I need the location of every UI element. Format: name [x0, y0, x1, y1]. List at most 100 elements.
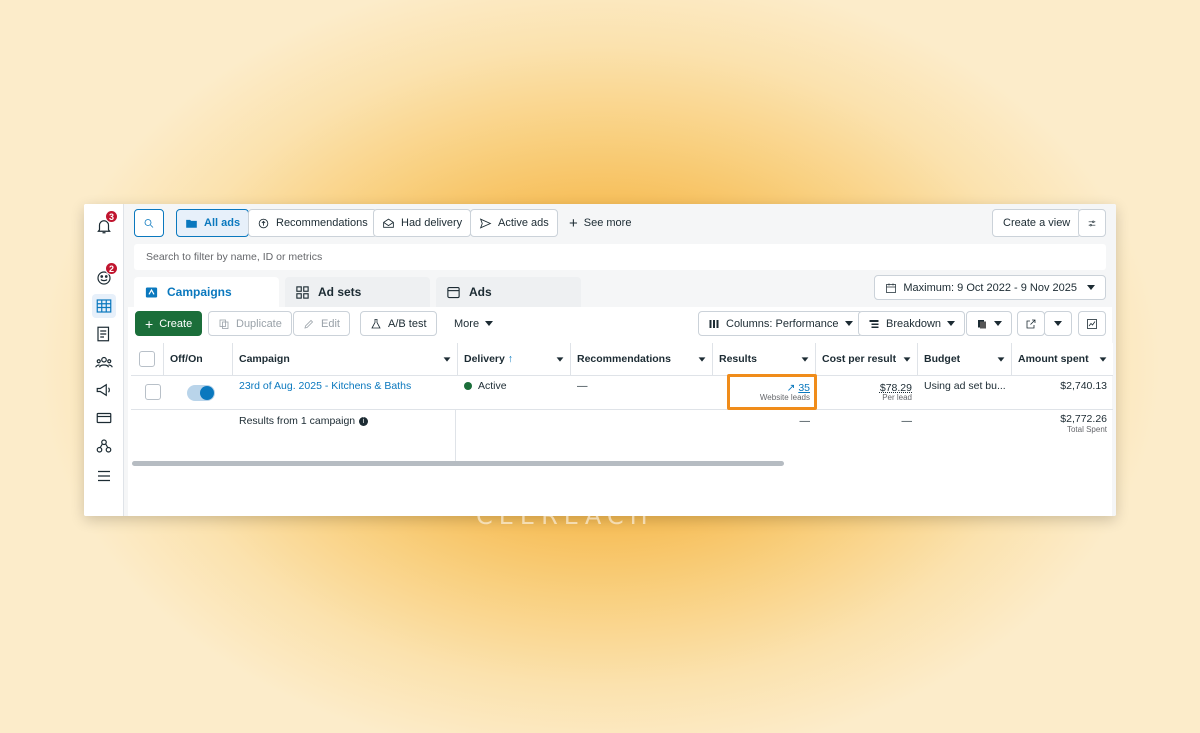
header-recommendations[interactable]: Recommendations	[571, 343, 713, 376]
columns-icon	[709, 319, 719, 328]
menu-hamburger-icon[interactable]	[92, 464, 116, 488]
export-button[interactable]	[1017, 311, 1045, 336]
info-icon: i	[359, 416, 369, 426]
filter-recommendations[interactable]: Recommendations	[248, 209, 377, 237]
chevron-down-icon	[443, 356, 451, 362]
filter-all-ads[interactable]: All ads	[176, 209, 250, 237]
campaign-folder-icon	[145, 287, 158, 297]
date-range-picker[interactable]: Maximum: 9 Oct 2022 - 9 Nov 2025	[874, 275, 1106, 300]
header-cost-per-result[interactable]: Cost per result	[816, 343, 918, 376]
duplicate-button[interactable]: Duplicate	[208, 311, 292, 336]
reports-icon[interactable]	[92, 322, 116, 346]
campaign-name-link[interactable]: 23rd of Aug. 2025 - Kitchens & Baths	[233, 379, 417, 393]
plus-icon: +	[145, 315, 154, 332]
watermark-text: CEEREACH	[476, 502, 654, 530]
header-campaign[interactable]: Campaign	[233, 343, 458, 376]
chevron-down-icon	[903, 356, 911, 362]
create-button[interactable]: + Create	[135, 311, 203, 336]
business-settings-icon[interactable]	[92, 434, 116, 458]
notifications-badge: 3	[105, 210, 118, 223]
edit-button[interactable]: Edit	[293, 311, 350, 336]
envelope-icon	[383, 218, 394, 228]
chevron-down-icon	[947, 321, 956, 326]
table-grid-icon[interactable]	[92, 294, 116, 318]
active-status-dot	[464, 382, 472, 390]
campaign-toggle[interactable]	[187, 385, 215, 401]
results-highlight-box	[727, 374, 817, 410]
ads-manager-window: 3 2 All ads Recommendations Had delivery…	[84, 204, 1116, 516]
export-icon	[1026, 319, 1036, 328]
header-budget[interactable]: Budget	[918, 343, 1012, 376]
filter-settings-button[interactable]	[1078, 209, 1106, 237]
billing-card-icon[interactable]	[92, 406, 116, 430]
chevron-down-icon	[485, 321, 494, 326]
export-dropdown-button[interactable]	[1044, 311, 1072, 336]
select-all-checkbox[interactable]	[139, 351, 155, 367]
chevron-down-icon	[994, 321, 1002, 326]
main-area: All ads Recommendations Had delivery Act…	[124, 204, 1116, 516]
filter-active-ads[interactable]: Active ads	[470, 209, 558, 237]
account-badge: 2	[105, 262, 118, 275]
header-off-on[interactable]: Off/On	[164, 343, 233, 376]
folder-icon	[186, 219, 197, 228]
summary-label: Results from 1 campaign i	[233, 414, 374, 428]
chevron-down-icon	[698, 356, 706, 362]
chart-view-button[interactable]	[1078, 311, 1106, 336]
filter-had-delivery[interactable]: Had delivery	[373, 209, 472, 237]
breakdown-button[interactable]: Breakdown	[858, 311, 966, 336]
recommendations-value: —	[577, 380, 588, 392]
see-more-button[interactable]: + See more	[560, 209, 640, 237]
create-view-button[interactable]: Create a view	[992, 209, 1082, 237]
search-button[interactable]	[134, 209, 164, 237]
left-nav-rail: 3 2	[84, 204, 124, 516]
sliders-icon	[1088, 220, 1096, 226]
calendar-icon	[886, 283, 897, 293]
breakdown-icon	[869, 319, 879, 328]
notifications-bell-icon[interactable]: 3	[92, 210, 118, 238]
chevron-down-icon	[1099, 356, 1107, 362]
duplicate-icon	[219, 319, 229, 329]
ab-test-button[interactable]: A/B test	[360, 311, 437, 336]
header-results[interactable]: Results	[713, 343, 816, 376]
campaigns-table: Off/On Campaign Delivery ↑ Recommendatio…	[131, 343, 1113, 463]
flask-icon	[371, 318, 381, 328]
delivery-status: Active	[458, 379, 513, 393]
line-chart-icon	[1087, 318, 1097, 329]
chevron-down-icon	[1087, 285, 1095, 290]
arrow-up-circle-icon	[258, 218, 269, 228]
send-icon	[479, 217, 492, 229]
header-delivery[interactable]: Delivery ↑	[458, 343, 571, 376]
chevron-down-icon	[556, 356, 564, 362]
table-row: 23rd of Aug. 2025 - Kitchens & Baths Act…	[131, 376, 1113, 410]
tab-ads[interactable]: Ads	[436, 277, 581, 307]
summary-results: —	[799, 415, 811, 427]
chevron-down-icon	[1054, 321, 1062, 326]
search-filter-input[interactable]: Search to filter by name, ID or metrics	[134, 244, 1106, 270]
summary-cost: —	[901, 415, 913, 427]
sort-up-arrow-icon: ↑	[507, 353, 514, 365]
account-avatar-icon[interactable]: 2	[92, 262, 118, 290]
row-checkbox[interactable]	[145, 384, 161, 400]
horizontal-scrollbar[interactable]	[132, 461, 784, 466]
chevron-down-icon	[844, 321, 853, 326]
columns-button[interactable]: Columns: Performance	[698, 311, 863, 336]
amount-spent-value: $2,740.13	[1060, 380, 1107, 392]
pencil-icon	[304, 319, 314, 329]
tab-campaigns[interactable]: Campaigns	[134, 277, 279, 307]
reports-dropdown-button[interactable]	[966, 311, 1012, 336]
more-button[interactable]: More	[444, 311, 504, 336]
budget-value: Using ad set bu...	[924, 380, 1006, 392]
megaphone-icon[interactable]	[92, 378, 116, 402]
campaigns-panel: + Create Duplicate Edit A/B test More Co…	[128, 307, 1113, 516]
summary-row: Results from 1 campaign i — — $2,772.26 T…	[131, 410, 1113, 462]
cost-per-result-cell: $78.29 Per lead	[879, 381, 912, 403]
audiences-icon[interactable]	[92, 350, 116, 374]
grid-squares-icon	[296, 285, 309, 299]
header-amount-spent[interactable]: Amount spent	[1012, 343, 1113, 376]
select-all-header	[131, 343, 164, 376]
tab-ad-sets[interactable]: Ad sets	[285, 277, 430, 307]
reports-stack-icon	[978, 319, 986, 328]
summary-amount: $2,772.26 Total Spent	[1060, 413, 1107, 435]
ad-window-icon	[447, 286, 460, 298]
search-icon	[144, 218, 154, 228]
